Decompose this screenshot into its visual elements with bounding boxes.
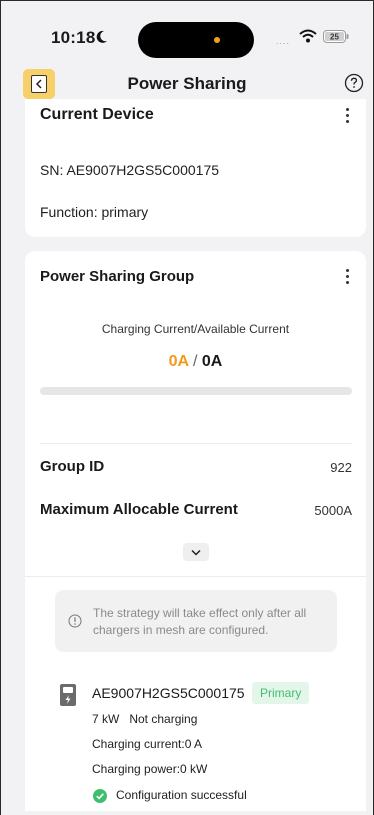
battery-icon: 25 bbox=[323, 30, 349, 43]
device-sn: SN: AE9007H2GS5C000175 bbox=[40, 162, 220, 178]
current-device-more-icon[interactable] bbox=[342, 108, 352, 126]
signal-indicator: .... bbox=[276, 36, 291, 46]
status-bar: 10:18 .... 25 bbox=[1, 1, 373, 63]
nav-bar: Power Sharing bbox=[1, 65, 373, 101]
available-current-value: 0A bbox=[201, 353, 223, 370]
dynamic-island bbox=[138, 22, 254, 58]
group-title: Power Sharing Group bbox=[40, 268, 195, 285]
info-icon bbox=[68, 614, 82, 628]
current-separator: / bbox=[192, 353, 198, 370]
config-status: Configuration successful bbox=[116, 788, 247, 802]
charger-current: Charging current:0 A bbox=[92, 737, 203, 751]
current-device-title: Current Device bbox=[40, 106, 154, 123]
power-sharing-group-card: Power Sharing Group Charging Current/Ava… bbox=[25, 251, 366, 811]
charger-power: Charging power:0 kW bbox=[92, 762, 208, 776]
strategy-notice: The strategy will take effect only after… bbox=[55, 590, 337, 652]
recording-indicator bbox=[214, 37, 220, 43]
current-device-card: Current Device SN: AE9007H2GS5C000175 Fu… bbox=[25, 99, 366, 237]
group-id-label: Group ID bbox=[40, 458, 105, 475]
help-icon[interactable] bbox=[344, 73, 364, 93]
section-divider bbox=[25, 576, 366, 577]
moon-icon bbox=[96, 30, 107, 43]
charging-current-value: 0A bbox=[168, 353, 189, 370]
status-time: 10:18 bbox=[51, 28, 96, 47]
wifi-icon bbox=[299, 29, 317, 43]
check-circle-icon bbox=[93, 789, 107, 803]
group-more-icon[interactable] bbox=[342, 269, 352, 287]
role-badge: Primary bbox=[252, 682, 310, 704]
chevron-down-icon bbox=[191, 549, 201, 556]
charger-sn: AE9007H2GS5C000175 bbox=[92, 685, 245, 701]
divider bbox=[40, 443, 352, 444]
charger-icon bbox=[60, 684, 76, 706]
current-progress-bar bbox=[40, 387, 352, 395]
current-label: Charging Current/Available Current bbox=[101, 322, 290, 336]
current-values: 0A / 0A bbox=[25, 353, 366, 371]
battery-level: 25 bbox=[330, 33, 339, 42]
max-current-label: Maximum Allocable Current bbox=[40, 501, 238, 518]
device-function: Function: primary bbox=[40, 204, 149, 220]
group-id-value: 922 bbox=[330, 460, 352, 475]
charger-status: 7 kW Not charging bbox=[92, 712, 198, 726]
expand-button[interactable] bbox=[183, 543, 209, 561]
page-title: Power Sharing bbox=[127, 74, 247, 93]
max-current-value: 5000A bbox=[314, 503, 352, 518]
notice-text: The strategy will take effect only after… bbox=[93, 606, 307, 637]
phone-screen: 10:18 .... 25 Power Sharing Current Devi… bbox=[0, 0, 374, 815]
